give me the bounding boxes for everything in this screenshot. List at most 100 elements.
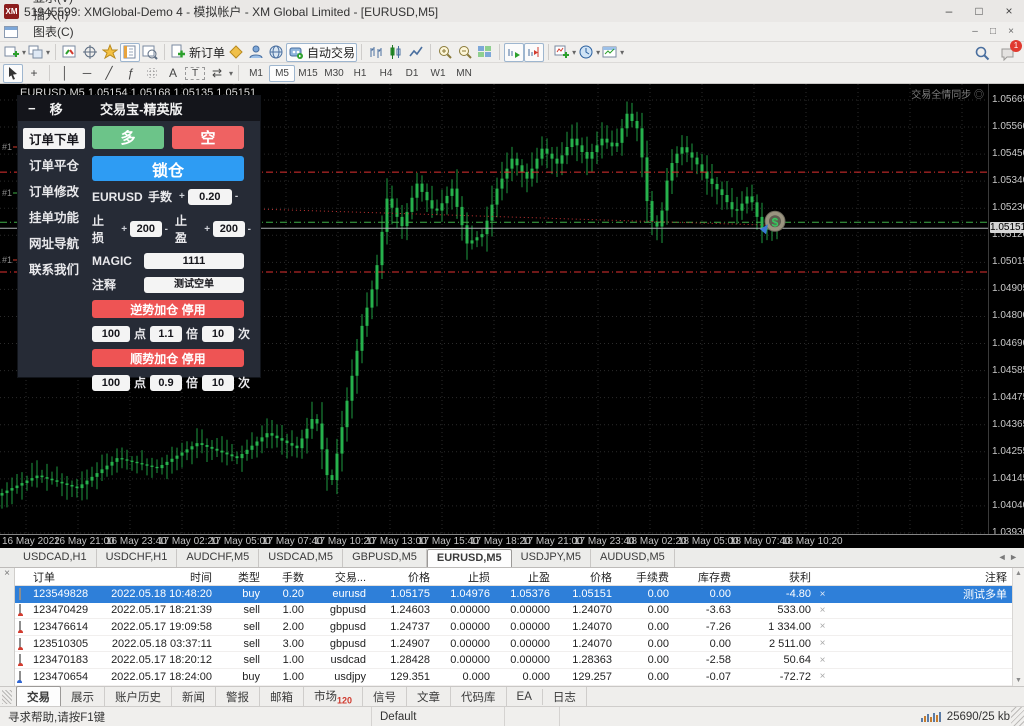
panel-nav-4[interactable]: 挂单功能 (23, 206, 85, 227)
chart-shift-button[interactable] (524, 43, 544, 62)
text-tool-button[interactable]: A (162, 64, 184, 83)
column-header-tp[interactable]: 止盈 (495, 569, 555, 585)
timeframe-h1-button[interactable]: H1 (347, 65, 373, 82)
chart-tab-usdcad-h1[interactable]: USDCAD,H1 (14, 549, 97, 567)
crosshair-tool-button[interactable]: + (23, 64, 45, 83)
notifications-icon[interactable]: 1 (998, 44, 1018, 63)
mdi-restore-button[interactable]: □ (984, 22, 1002, 40)
lots-input[interactable]: 0.20 (188, 189, 232, 205)
order-row-123470183[interactable]: 1234701832022.05.17 18:20:12sell1.00usdc… (15, 652, 1012, 669)
terminal-close-strip[interactable]: × (0, 568, 15, 686)
fibonacci-tool-button[interactable]: ƒ (120, 64, 142, 83)
terminal-tab-11[interactable]: EA (507, 689, 543, 705)
with-trend-points-input[interactable]: 100 (92, 375, 130, 391)
sell-short-button[interactable]: 空 (172, 126, 244, 149)
auto-scroll-button[interactable] (504, 43, 524, 62)
order-row-123476614[interactable]: 1234766142022.05.17 19:09:58sell2.00gbpu… (15, 619, 1012, 636)
column-header-swap[interactable]: 库存费 (674, 569, 736, 585)
panel-nav-3[interactable]: 订单修改 (23, 180, 85, 201)
periods-clock-button[interactable]: ▾ (577, 43, 601, 62)
terminal-tab-12[interactable]: 日志 (543, 687, 587, 707)
chart-tab-eurusd-m5[interactable]: EURUSD,M5 (427, 549, 512, 567)
order-row-123470654[interactable]: 1234706542022.05.17 18:24:00buy1.00usdjp… (15, 669, 1012, 686)
terminal-scrollbar[interactable]: ▲▼ (1012, 568, 1024, 686)
terminal-tab-5[interactable]: 警报 (216, 687, 260, 707)
panel-move-button[interactable]: 移 (50, 99, 63, 118)
panel-nav-1[interactable]: 订单下单 (23, 128, 85, 149)
panel-nav-2[interactable]: 订单平仓 (23, 154, 85, 175)
with-trend-mult-input[interactable]: 0.9 (150, 375, 182, 391)
lots-plus-button[interactable]: + (179, 191, 185, 202)
window-minimize-button[interactable]: – (934, 0, 964, 21)
terminal-button[interactable] (120, 43, 140, 62)
terminal-tab-3[interactable]: 账户历史 (105, 687, 172, 707)
panel-nav-6[interactable]: 联系我们 (23, 258, 85, 279)
timeframe-d1-button[interactable]: D1 (399, 65, 425, 82)
order-row-123470429[interactable]: 1234704292022.05.17 18:21:39sell1.00gbpu… (15, 603, 1012, 620)
terminal-close-icon[interactable]: × (4, 568, 10, 579)
cursor-tool-button[interactable] (3, 64, 23, 83)
tp-input[interactable]: 200 (213, 221, 245, 237)
close-order-icon[interactable]: × (816, 621, 834, 632)
comment-input[interactable]: 测试空单 (144, 277, 244, 293)
candlestick-mode-button[interactable] (386, 43, 406, 62)
column-header-price[interactable]: 价格 (371, 569, 435, 585)
panel-nav-5[interactable]: 网址导航 (23, 232, 85, 253)
chart-tab-audchf-m5[interactable]: AUDCHF,M5 (177, 549, 259, 567)
indicators-button[interactable]: ▾ (553, 43, 577, 62)
sl-input[interactable]: 200 (130, 221, 162, 237)
autotrading-button[interactable]: 自动交易 (286, 43, 357, 62)
menu-item-4[interactable]: 图表(C) (24, 23, 85, 40)
scroll-up-icon[interactable]: ▲ (1015, 570, 1022, 577)
templates-button[interactable]: ▾ (601, 43, 625, 62)
column-header-profit[interactable]: 获利 (736, 569, 816, 585)
tp-minus-button[interactable]: - (248, 224, 251, 235)
timeframe-mn-button[interactable]: MN (451, 65, 477, 82)
strategy-tester-button[interactable] (140, 43, 160, 62)
community-button[interactable] (246, 43, 266, 62)
timeframe-w1-button[interactable]: W1 (425, 65, 451, 82)
metaeditor-button[interactable] (226, 43, 246, 62)
column-header-time[interactable]: 时间 (107, 569, 217, 585)
zoom-out-button[interactable] (455, 43, 475, 62)
close-order-icon[interactable]: × (816, 605, 834, 616)
order-row-123549828[interactable]: 1235498282022.05.18 10:48:20buy0.20eurus… (15, 586, 1012, 603)
scroll-down-icon[interactable]: ▼ (1015, 677, 1022, 684)
column-header-lots[interactable]: 手数 (265, 569, 309, 585)
chart-tab-audusd-m5[interactable]: AUDUSD,M5 (591, 549, 675, 567)
timeframe-m30-button[interactable]: M30 (321, 65, 347, 82)
terminal-tab-8[interactable]: 信号 (363, 687, 407, 707)
with-trend-times-input[interactable]: 10 (202, 375, 234, 391)
lock-position-button[interactable]: 锁仓 (92, 156, 244, 181)
profiles-button[interactable]: ▾ (27, 43, 51, 62)
with-trend-toggle-button[interactable]: 顺势加仓 停用 (92, 349, 244, 367)
tab-scroll-arrows[interactable]: ◄ ► (998, 552, 1018, 562)
column-header-sl[interactable]: 止损 (435, 569, 495, 585)
navigator-button[interactable] (100, 43, 120, 62)
counter-trend-mult-input[interactable]: 1.1 (150, 326, 182, 342)
trendline-tool-button[interactable]: ╱ (98, 64, 120, 83)
data-window-button[interactable] (80, 43, 100, 62)
timeframe-m15-button[interactable]: M15 (295, 65, 321, 82)
column-header-symbol[interactable]: 交易... (309, 569, 371, 585)
close-order-icon[interactable]: × (816, 671, 834, 682)
chart-tab-usdcad-m5[interactable]: USDCAD,M5 (259, 549, 343, 567)
chart-tab-usdjpy-m5[interactable]: USDJPY,M5 (512, 549, 591, 567)
horizontal-line-tool-button[interactable]: ─ (76, 64, 98, 83)
terminal-tab-2[interactable]: 展示 (61, 687, 105, 707)
timeframe-h4-button[interactable]: H4 (373, 65, 399, 82)
buy-long-button[interactable]: 多 (92, 126, 164, 149)
label-tool-button[interactable]: T (184, 64, 206, 83)
tile-windows-button[interactable] (475, 43, 495, 62)
sl-plus-button[interactable]: + (121, 224, 127, 235)
sl-minus-button[interactable]: - (165, 224, 168, 235)
close-order-icon[interactable]: × (816, 655, 834, 666)
new-chart-button[interactable]: ▾ (3, 43, 27, 62)
tp-plus-button[interactable]: + (204, 224, 210, 235)
column-header-order[interactable]: 订单 (33, 569, 107, 585)
resize-grip[interactable] (1011, 707, 1024, 726)
timeframe-m5-button[interactable]: M5 (269, 65, 295, 82)
window-maximize-button[interactable]: □ (964, 0, 994, 21)
terminal-grip[interactable] (2, 690, 12, 704)
terminal-tab-1[interactable]: 交易 (16, 686, 61, 708)
